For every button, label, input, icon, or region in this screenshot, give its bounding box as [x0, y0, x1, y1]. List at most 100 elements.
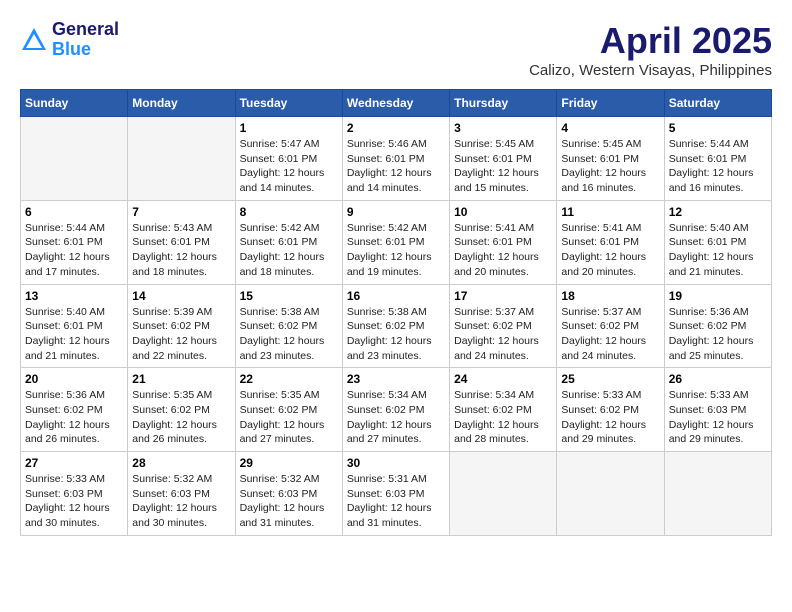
page-header: General Blue April 2025 Calizo, Western … [20, 20, 772, 79]
day-number: 5 [669, 121, 767, 135]
day-number: 13 [25, 289, 123, 303]
calendar-day-cell: 12Sunrise: 5:40 AM Sunset: 6:01 PM Dayli… [664, 200, 771, 284]
calendar-day-cell: 28 Sunrise: 5:32 AM Sunset: 6:03 PM Dayli… [128, 452, 235, 536]
day-number: 3 [454, 121, 552, 135]
calendar-day-cell [664, 452, 771, 536]
day-of-week-header: Saturday [664, 90, 771, 117]
calendar-day-cell [450, 452, 557, 536]
calendar-day-cell: 21 Sunrise: 5:35 AM Sunset: 6:02 PM Dayli… [128, 368, 235, 452]
day-number: 28 [132, 456, 230, 470]
day-number: 6 [25, 205, 123, 219]
day-number: 25 [561, 372, 659, 386]
calendar-day-cell: 19Sunrise: 5:36 AM Sunset: 6:02 PM Dayli… [664, 284, 771, 368]
day-number: 11 [561, 205, 659, 219]
day-number: 24 [454, 372, 552, 386]
calendar-week-row: 1Sunrise: 5:47 AM Sunset: 6:01 PM Daylig… [21, 117, 772, 201]
day-info: Sunrise: 5:40 AM Sunset: 6:01 PM Dayligh… [25, 305, 123, 364]
calendar-week-row: 27 Sunrise: 5:33 AM Sunset: 6:03 PM Dayli… [21, 452, 772, 536]
calendar-day-cell: 24Sunrise: 5:34 AM Sunset: 6:02 PM Dayli… [450, 368, 557, 452]
day-of-week-header: Wednesday [342, 90, 449, 117]
calendar-day-cell: 6 Sunrise: 5:44 AM Sunset: 6:01 PM Daylig… [21, 200, 128, 284]
calendar-day-cell [128, 117, 235, 201]
day-info: Sunrise: 5:44 AM Sunset: 6:01 PM Dayligh… [669, 137, 767, 196]
calendar-day-cell: 16 Sunrise: 5:38 AM Sunset: 6:02 PM Dayli… [342, 284, 449, 368]
day-number: 29 [240, 456, 338, 470]
day-info: Sunrise: 5:42 AM Sunset: 6:01 PM Dayligh… [347, 221, 445, 280]
calendar-title: April 2025 [529, 20, 772, 62]
day-number: 23 [347, 372, 445, 386]
day-info: Sunrise: 5:44 AM Sunset: 6:01 PM Dayligh… [25, 221, 123, 280]
calendar-day-cell: 14 Sunrise: 5:39 AM Sunset: 6:02 PM Dayli… [128, 284, 235, 368]
logo-icon [20, 26, 48, 54]
calendar-day-cell: 4Sunrise: 5:45 AM Sunset: 6:01 PM Daylig… [557, 117, 664, 201]
day-number: 14 [132, 289, 230, 303]
day-info: Sunrise: 5:32 AM Sunset: 6:03 PM Dayligh… [132, 472, 230, 531]
day-info: Sunrise: 5:38 AM Sunset: 6:02 PM Dayligh… [240, 305, 338, 364]
calendar-day-cell: 17 Sunrise: 5:37 AM Sunset: 6:02 PM Dayli… [450, 284, 557, 368]
calendar-day-cell: 11 Sunrise: 5:41 AM Sunset: 6:01 PM Dayli… [557, 200, 664, 284]
calendar-day-cell: 8 Sunrise: 5:42 AM Sunset: 6:01 PM Daylig… [235, 200, 342, 284]
logo-text: General Blue [52, 20, 119, 60]
calendar-day-cell [21, 117, 128, 201]
calendar-day-cell: 18Sunrise: 5:37 AM Sunset: 6:02 PM Dayli… [557, 284, 664, 368]
calendar-day-cell: 30 Sunrise: 5:31 AM Sunset: 6:03 PM Dayli… [342, 452, 449, 536]
day-number: 8 [240, 205, 338, 219]
day-number: 7 [132, 205, 230, 219]
day-number: 27 [25, 456, 123, 470]
calendar-week-row: 20Sunrise: 5:36 AM Sunset: 6:02 PM Dayli… [21, 368, 772, 452]
day-info: Sunrise: 5:46 AM Sunset: 6:01 PM Dayligh… [347, 137, 445, 196]
calendar-day-cell: 26 Sunrise: 5:33 AM Sunset: 6:03 PM Dayli… [664, 368, 771, 452]
day-number: 12 [669, 205, 767, 219]
day-number: 26 [669, 372, 767, 386]
day-info: Sunrise: 5:32 AM Sunset: 6:03 PM Dayligh… [240, 472, 338, 531]
day-number: 1 [240, 121, 338, 135]
day-info: Sunrise: 5:36 AM Sunset: 6:02 PM Dayligh… [25, 388, 123, 447]
calendar-day-cell: 7Sunrise: 5:43 AM Sunset: 6:01 PM Daylig… [128, 200, 235, 284]
title-block: April 2025 Calizo, Western Visayas, Phil… [529, 20, 772, 79]
day-number: 9 [347, 205, 445, 219]
calendar-day-cell: 10 Sunrise: 5:41 AM Sunset: 6:01 PM Dayli… [450, 200, 557, 284]
calendar-table: SundayMondayTuesdayWednesdayThursdayFrid… [20, 89, 772, 536]
day-info: Sunrise: 5:45 AM Sunset: 6:01 PM Dayligh… [561, 137, 659, 196]
day-info: Sunrise: 5:35 AM Sunset: 6:02 PM Dayligh… [132, 388, 230, 447]
day-info: Sunrise: 5:42 AM Sunset: 6:01 PM Dayligh… [240, 221, 338, 280]
calendar-day-cell [557, 452, 664, 536]
calendar-header-row: SundayMondayTuesdayWednesdayThursdayFrid… [21, 90, 772, 117]
calendar-day-cell: 23 Sunrise: 5:34 AM Sunset: 6:02 PM Dayli… [342, 368, 449, 452]
day-of-week-header: Thursday [450, 90, 557, 117]
calendar-day-cell: 20Sunrise: 5:36 AM Sunset: 6:02 PM Dayli… [21, 368, 128, 452]
day-number: 10 [454, 205, 552, 219]
day-info: Sunrise: 5:33 AM Sunset: 6:03 PM Dayligh… [25, 472, 123, 531]
calendar-day-cell: 5 Sunrise: 5:44 AM Sunset: 6:01 PM Daylig… [664, 117, 771, 201]
calendar-day-cell: 22 Sunrise: 5:35 AM Sunset: 6:02 PM Dayli… [235, 368, 342, 452]
day-number: 2 [347, 121, 445, 135]
day-number: 17 [454, 289, 552, 303]
day-number: 30 [347, 456, 445, 470]
calendar-day-cell: 27 Sunrise: 5:33 AM Sunset: 6:03 PM Dayli… [21, 452, 128, 536]
day-of-week-header: Monday [128, 90, 235, 117]
calendar-week-row: 6 Sunrise: 5:44 AM Sunset: 6:01 PM Daylig… [21, 200, 772, 284]
day-number: 21 [132, 372, 230, 386]
day-number: 16 [347, 289, 445, 303]
day-info: Sunrise: 5:33 AM Sunset: 6:03 PM Dayligh… [669, 388, 767, 447]
calendar-day-cell: 2 Sunrise: 5:46 AM Sunset: 6:01 PM Daylig… [342, 117, 449, 201]
day-of-week-header: Friday [557, 90, 664, 117]
day-info: Sunrise: 5:45 AM Sunset: 6:01 PM Dayligh… [454, 137, 552, 196]
day-number: 22 [240, 372, 338, 386]
calendar-week-row: 13 Sunrise: 5:40 AM Sunset: 6:01 PM Dayli… [21, 284, 772, 368]
day-info: Sunrise: 5:31 AM Sunset: 6:03 PM Dayligh… [347, 472, 445, 531]
day-number: 15 [240, 289, 338, 303]
day-info: Sunrise: 5:37 AM Sunset: 6:02 PM Dayligh… [454, 305, 552, 364]
day-info: Sunrise: 5:36 AM Sunset: 6:02 PM Dayligh… [669, 305, 767, 364]
day-info: Sunrise: 5:41 AM Sunset: 6:01 PM Dayligh… [561, 221, 659, 280]
day-of-week-header: Tuesday [235, 90, 342, 117]
calendar-day-cell: 13 Sunrise: 5:40 AM Sunset: 6:01 PM Dayli… [21, 284, 128, 368]
day-info: Sunrise: 5:39 AM Sunset: 6:02 PM Dayligh… [132, 305, 230, 364]
day-number: 18 [561, 289, 659, 303]
day-info: Sunrise: 5:33 AM Sunset: 6:02 PM Dayligh… [561, 388, 659, 447]
day-info: Sunrise: 5:38 AM Sunset: 6:02 PM Dayligh… [347, 305, 445, 364]
day-info: Sunrise: 5:34 AM Sunset: 6:02 PM Dayligh… [347, 388, 445, 447]
calendar-day-cell: 25 Sunrise: 5:33 AM Sunset: 6:02 PM Dayli… [557, 368, 664, 452]
day-info: Sunrise: 5:35 AM Sunset: 6:02 PM Dayligh… [240, 388, 338, 447]
day-info: Sunrise: 5:41 AM Sunset: 6:01 PM Dayligh… [454, 221, 552, 280]
